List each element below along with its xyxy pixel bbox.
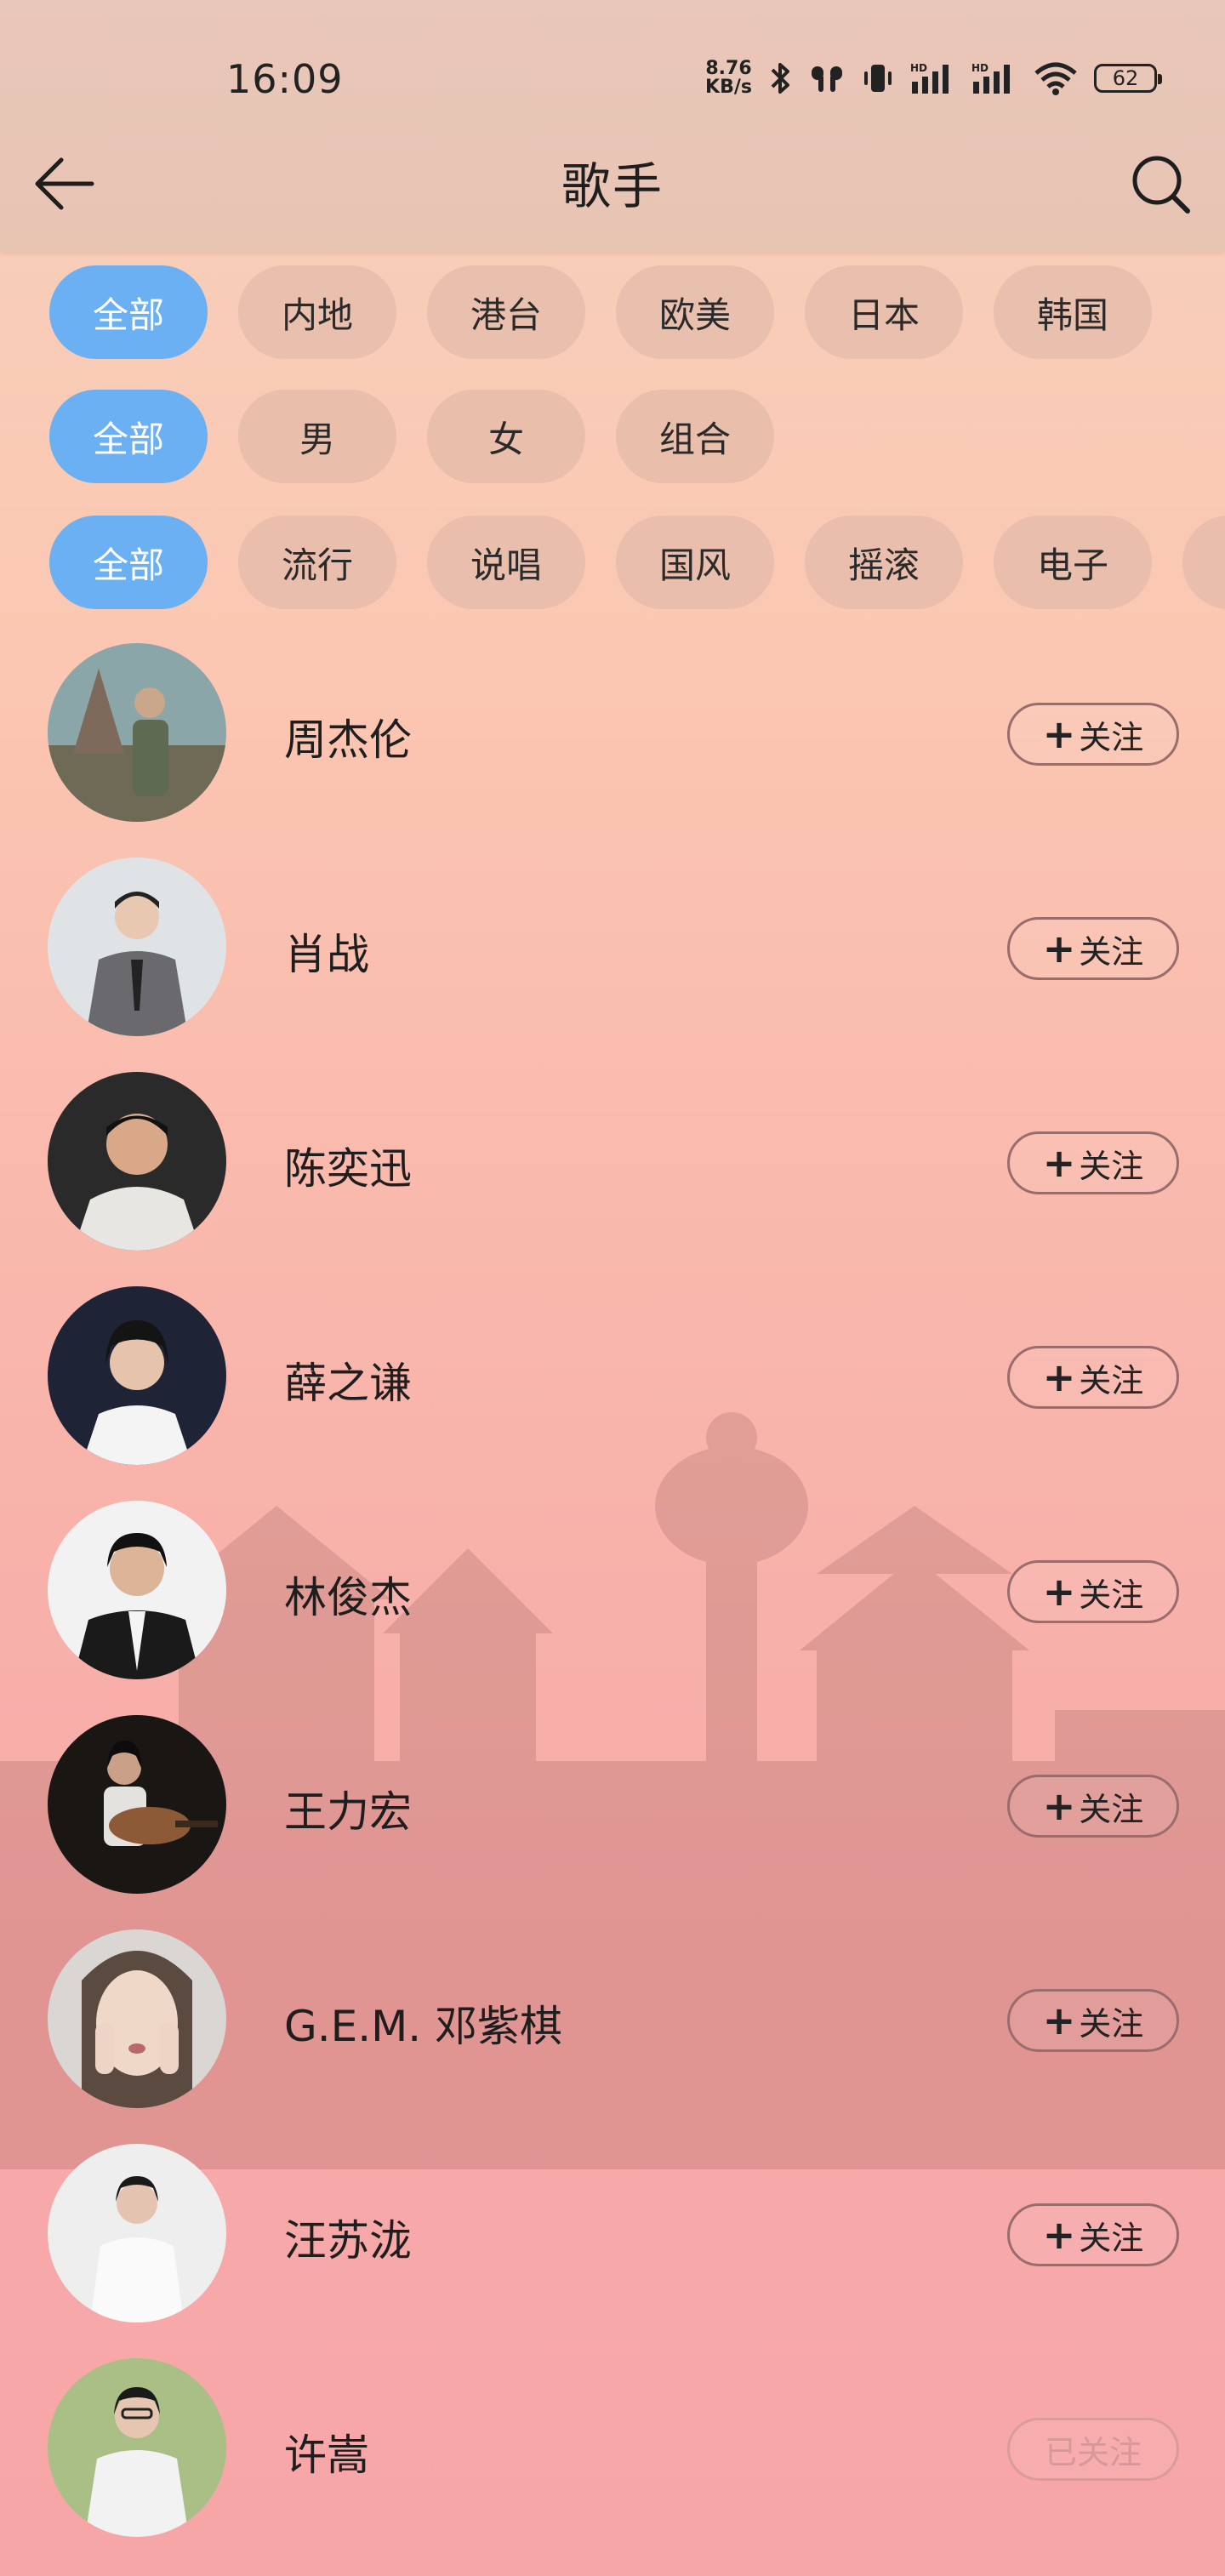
chip-genre-guofeng[interactable]: 国风 xyxy=(616,516,774,609)
follow-label: 关注 xyxy=(1079,718,1144,756)
chip-gender-group[interactable]: 组合 xyxy=(616,390,774,483)
singer-avatar[interactable] xyxy=(48,1501,226,1679)
singer-name: 林俊杰 xyxy=(284,1573,412,1622)
plus-icon: + xyxy=(1042,1569,1076,1615)
plus-icon: + xyxy=(1042,711,1076,757)
battery-indicator: 62 xyxy=(1094,64,1162,93)
singer-avatar[interactable] xyxy=(48,858,226,1036)
singer-name: 许嵩 xyxy=(284,2431,369,2480)
chip-genre-electronic[interactable]: 电子 xyxy=(994,516,1152,609)
svg-text:HD: HD xyxy=(971,62,989,74)
earbuds-icon xyxy=(812,66,842,92)
chip-gender-male[interactable]: 男 xyxy=(238,390,396,483)
plus-icon: + xyxy=(1042,1354,1076,1400)
singer-avatar[interactable] xyxy=(48,643,226,822)
chip-genre-pop[interactable]: 流行 xyxy=(238,516,396,609)
signal-1-icon: HD xyxy=(910,62,949,94)
follow-button[interactable]: + 关注 xyxy=(1007,1131,1179,1194)
chip-gender-all[interactable]: 全部 xyxy=(49,390,208,483)
singer-name: 肖战 xyxy=(284,930,369,979)
follow-button[interactable]: + 关注 xyxy=(1007,917,1179,980)
chip-region-korea[interactable]: 韩国 xyxy=(994,265,1152,359)
singer-row[interactable]: G.E.M. 邓紫棋 + 关注 xyxy=(0,1929,1225,2144)
singer-avatar[interactable] xyxy=(48,1286,226,1465)
follow-label: 关注 xyxy=(1079,932,1144,971)
chip-region-japan[interactable]: 日本 xyxy=(805,265,963,359)
network-speed: 8.76 KB/s xyxy=(705,60,752,97)
chip-gender-female[interactable]: 女 xyxy=(427,390,585,483)
singer-row[interactable]: 陈奕迅 + 关注 xyxy=(0,1072,1225,1286)
signal-2-icon: HD xyxy=(971,62,1010,94)
gender-filter-row: 全部 男 女 组合 xyxy=(49,390,774,483)
singer-avatar[interactable] xyxy=(48,1929,226,2108)
chip-genre-all[interactable]: 全部 xyxy=(49,516,208,609)
follow-label: 关注 xyxy=(1079,1361,1144,1399)
follow-button[interactable]: + 关注 xyxy=(1007,1775,1179,1838)
singer-name: 汪苏泷 xyxy=(284,2216,412,2265)
follow-label: 关注 xyxy=(1079,2004,1144,2043)
singer-avatar[interactable] xyxy=(48,1715,226,1894)
top-bar: 16:09 8.76 KB/s HD HD 62 歌手 xyxy=(0,0,1225,252)
singer-row[interactable]: 周杰伦 + 关注 xyxy=(0,643,1225,858)
singer-row[interactable]: 王力宏 + 关注 xyxy=(0,1715,1225,1929)
singer-avatar[interactable] xyxy=(48,2358,226,2537)
plus-icon: + xyxy=(1042,1783,1076,1829)
chip-genre-rap[interactable]: 说唱 xyxy=(427,516,585,609)
follow-label: 关注 xyxy=(1079,1790,1144,1828)
plus-icon: + xyxy=(1042,1140,1076,1186)
genre-filter-row: 全部 流行 说唱 国风 摇滚 电子 xyxy=(49,516,1225,609)
singer-row[interactable]: 许嵩 已关注 xyxy=(0,2358,1225,2573)
chip-region-hk-tw[interactable]: 港台 xyxy=(427,265,585,359)
follow-label: 关注 xyxy=(1079,2219,1144,2257)
svg-text:HD: HD xyxy=(910,62,927,74)
singer-avatar[interactable] xyxy=(48,2144,226,2322)
follow-label: 关注 xyxy=(1079,1576,1144,1614)
follow-button[interactable]: + 关注 xyxy=(1007,703,1179,766)
chip-genre-more[interactable] xyxy=(1182,516,1225,609)
follow-button[interactable]: + 关注 xyxy=(1007,2203,1179,2266)
follow-label: 已关注 xyxy=(1044,2433,1142,2471)
follow-button[interactable]: + 关注 xyxy=(1007,1346,1179,1409)
chip-genre-rock[interactable]: 摇滚 xyxy=(805,516,963,609)
search-icon[interactable] xyxy=(1126,150,1194,218)
chip-region-mainland[interactable]: 内地 xyxy=(238,265,396,359)
singer-list: 周杰伦 + 关注 肖战 + 关注 陈奕迅 + 关注 薛之谦 + 关注 林俊杰 +… xyxy=(0,643,1225,2573)
singer-avatar[interactable] xyxy=(48,1072,226,1251)
singer-name: 薛之谦 xyxy=(284,1359,412,1408)
network-speed-unit: KB/s xyxy=(705,77,752,98)
singer-name: 陈奕迅 xyxy=(284,1144,412,1194)
singer-row[interactable]: 薛之谦 + 关注 xyxy=(0,1286,1225,1501)
vibrate-icon xyxy=(864,65,892,92)
singer-name: 周杰伦 xyxy=(284,715,412,765)
status-icons: 8.76 KB/s HD HD 62 xyxy=(705,60,1162,97)
bluetooth-icon xyxy=(771,63,789,94)
page-title: 歌手 xyxy=(561,157,664,215)
follow-button[interactable]: + 关注 xyxy=(1007,1989,1179,2052)
chip-region-all[interactable]: 全部 xyxy=(49,265,208,359)
chip-region-western[interactable]: 欧美 xyxy=(616,265,774,359)
network-speed-value: 8.76 xyxy=(705,58,752,79)
followed-button[interactable]: 已关注 xyxy=(1007,2418,1179,2481)
status-time: 16:09 xyxy=(226,56,344,102)
follow-button[interactable]: + 关注 xyxy=(1007,1560,1179,1623)
singer-row[interactable]: 汪苏泷 + 关注 xyxy=(0,2144,1225,2358)
singer-row[interactable]: 肖战 + 关注 xyxy=(0,858,1225,1072)
wifi-icon xyxy=(1034,62,1077,95)
singer-name: G.E.M. 邓紫棋 xyxy=(284,2002,563,2051)
region-filter-row: 全部 内地 港台 欧美 日本 韩国 xyxy=(49,265,1152,359)
singer-row[interactable]: 林俊杰 + 关注 xyxy=(0,1501,1225,1715)
follow-label: 关注 xyxy=(1079,1147,1144,1185)
plus-icon: + xyxy=(1042,1998,1076,2043)
singer-name: 王力宏 xyxy=(284,1787,412,1837)
plus-icon: + xyxy=(1042,2212,1076,2258)
plus-icon: + xyxy=(1042,926,1076,972)
